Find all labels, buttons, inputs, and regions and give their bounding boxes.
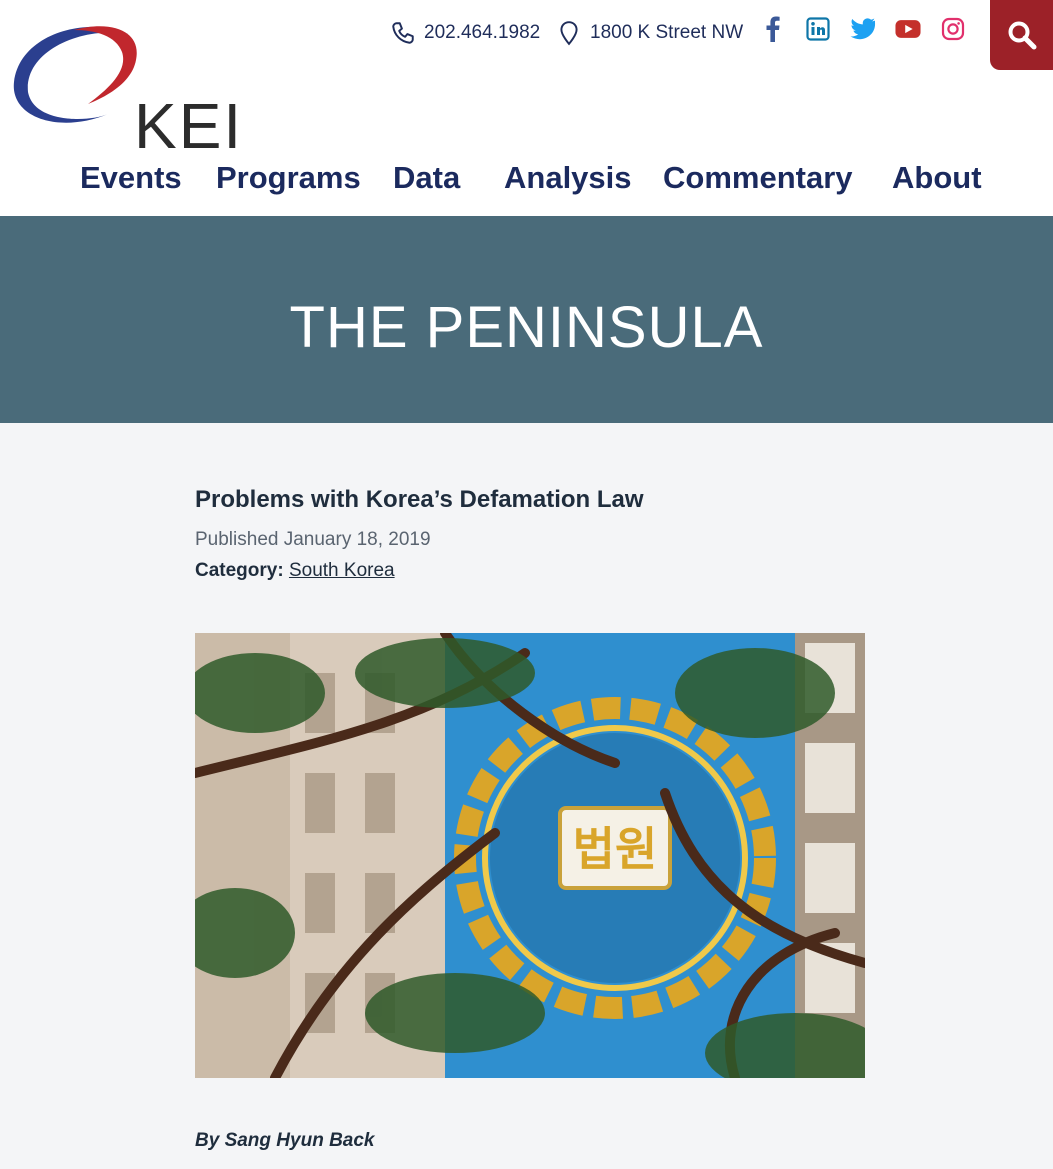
court-sign-text: 법원 <box>573 822 658 876</box>
search-icon <box>1008 21 1036 50</box>
article-hero-image: 법원 <box>195 633 865 1078</box>
phone-icon <box>390 20 416 46</box>
instagram-icon[interactable] <box>940 16 966 42</box>
article-category: Category: South Korea <box>195 560 395 582</box>
site-header: KEI 202.464.1982 1800 K Street NW Events… <box>0 0 1053 216</box>
banner-title: THE PENINSULA <box>289 295 764 360</box>
main-nav: Events Programs Data Analysis Commentary… <box>0 160 1053 206</box>
facebook-icon[interactable] <box>760 16 786 42</box>
nav-programs[interactable]: Programs <box>216 160 361 196</box>
article-title: Problems with Korea’s Defamation Law <box>195 486 644 513</box>
nav-about[interactable]: About <box>892 160 982 196</box>
twitter-icon[interactable] <box>850 16 876 42</box>
map-pin-icon <box>556 20 582 46</box>
nav-commentary[interactable]: Commentary <box>663 160 853 196</box>
phone-contact[interactable]: 202.464.1982 <box>390 18 540 48</box>
address-contact[interactable]: 1800 K Street NW <box>556 18 743 48</box>
category-link[interactable]: South Korea <box>289 560 395 581</box>
linkedin-icon[interactable] <box>805 16 831 42</box>
nav-analysis[interactable]: Analysis <box>504 160 632 196</box>
article-byline: By Sang Hyun Back <box>195 1130 375 1151</box>
section-banner: THE PENINSULA <box>0 216 1053 423</box>
nav-data[interactable]: Data <box>393 160 460 196</box>
youtube-icon[interactable] <box>895 16 921 42</box>
search-button[interactable] <box>990 0 1053 70</box>
social-links <box>760 16 985 42</box>
published-date: Published January 18, 2019 <box>195 529 431 550</box>
address-text: 1800 K Street NW <box>590 22 744 43</box>
logo-text: KEI <box>134 90 244 162</box>
category-label: Category: <box>195 560 284 581</box>
phone-number: 202.464.1982 <box>424 22 541 43</box>
nav-events[interactable]: Events <box>80 160 182 196</box>
kei-logo[interactable]: KEI <box>10 22 241 158</box>
